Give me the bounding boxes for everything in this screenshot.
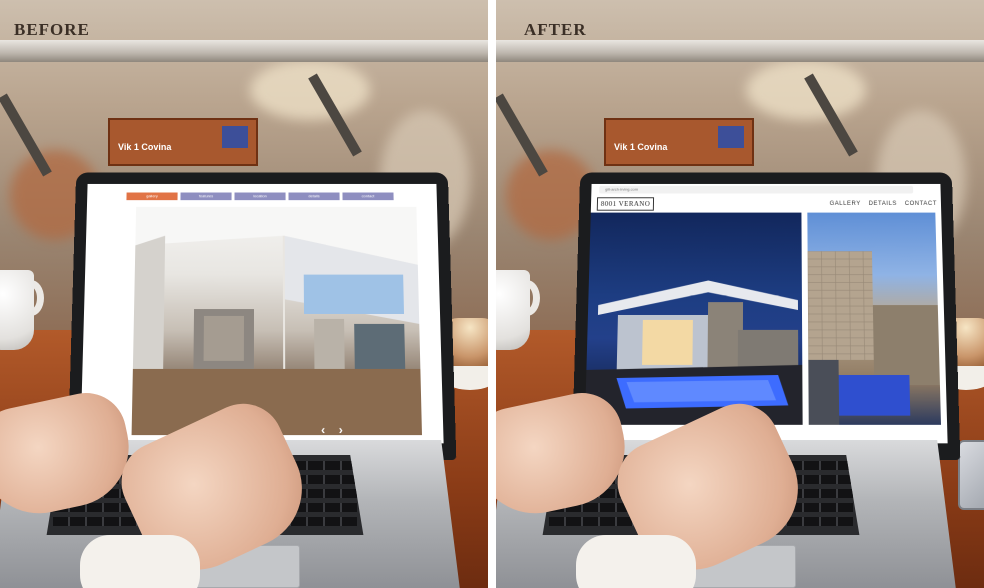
- old-website: gallery features location details contac…: [80, 183, 444, 444]
- nav-gallery[interactable]: GALLERY: [830, 201, 861, 207]
- after-panel: Vik 1 Covina gill-arch-irving.com 8001 V…: [496, 0, 984, 588]
- old-nav-contact[interactable]: contact: [342, 192, 394, 201]
- carousel-next-icon[interactable]: ›: [339, 423, 343, 435]
- nav-contact[interactable]: CONTACT: [905, 201, 937, 207]
- nav-details[interactable]: DETAILS: [869, 201, 897, 207]
- menu-card: Vik 1 Covina: [604, 118, 754, 166]
- laptop-screen: gallery features location details contac…: [80, 183, 444, 444]
- house-illustration: [584, 280, 803, 425]
- card-logo: [222, 126, 248, 148]
- coffee-cup: [496, 270, 530, 350]
- browser-url-bar[interactable]: gill-arch-irving.com: [599, 185, 914, 194]
- card-logo: [718, 126, 744, 148]
- railing: [496, 40, 984, 62]
- old-nav-features[interactable]: features: [180, 192, 232, 201]
- interior-photo: ‹ ›: [131, 206, 422, 436]
- bokeh-light: [746, 60, 866, 120]
- interior-illustration: [131, 206, 422, 436]
- before-label: BEFORE: [14, 20, 90, 39]
- wall-illustration: [807, 251, 940, 425]
- after-label: AFTER: [524, 20, 587, 39]
- hero-photo-house: [584, 212, 803, 425]
- carousel-prev-icon[interactable]: ‹: [321, 423, 325, 435]
- old-nav-location[interactable]: location: [234, 192, 286, 201]
- old-nav-bar: gallery features location details contac…: [126, 192, 394, 201]
- sleeve: [80, 535, 200, 588]
- side-photo-wall: [807, 212, 942, 425]
- old-nav-details[interactable]: details: [288, 192, 340, 201]
- new-website: gill-arch-irving.com 8001 VERANO GALLERY…: [584, 183, 948, 444]
- sleeve: [576, 535, 696, 588]
- site-logo[interactable]: 8001 VERANO: [596, 197, 655, 211]
- bokeh-light: [250, 60, 370, 120]
- railing: [0, 40, 488, 62]
- before-panel: Vik 1 Covina gallery features location d…: [0, 0, 488, 588]
- smartphone: [958, 440, 984, 510]
- coffee-cup: [0, 270, 34, 350]
- panel-divider: [488, 0, 496, 588]
- laptop-screen: gill-arch-irving.com 8001 VERANO GALLERY…: [584, 183, 948, 444]
- carousel-arrows: ‹ ›: [321, 423, 343, 435]
- menu-card: Vik 1 Covina: [108, 118, 258, 166]
- old-nav-gallery[interactable]: gallery: [126, 192, 178, 201]
- new-nav-bar: GALLERY DETAILS CONTACT: [830, 201, 938, 207]
